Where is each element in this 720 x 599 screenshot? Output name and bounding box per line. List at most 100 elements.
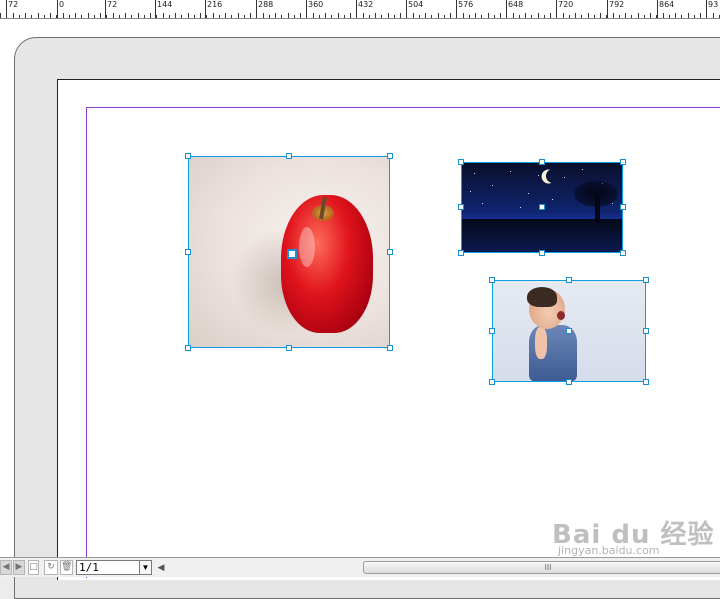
ruler-minor-tick — [481, 15, 482, 18]
resize-handle-right[interactable] — [620, 204, 626, 210]
ruler-label: 0 — [59, 0, 65, 9]
add-page-icon[interactable]: □ — [28, 560, 39, 575]
ruler-minor-tick — [394, 15, 395, 18]
resize-handle-top-right[interactable] — [387, 153, 393, 159]
star — [510, 171, 511, 172]
ruler-minor-tick — [363, 13, 364, 18]
resize-handle-top-left[interactable] — [185, 153, 191, 159]
ruler-minor-tick — [531, 15, 532, 18]
page-number-input[interactable]: 1/1 — [76, 560, 140, 575]
resize-handle-bottom[interactable] — [566, 379, 572, 385]
ruler-minor-tick — [700, 13, 701, 18]
ruler-minor-tick — [463, 13, 464, 18]
ruler-label: 648 — [508, 0, 524, 9]
first-page-icon[interactable]: ◀ — [0, 560, 12, 575]
ruler-minor-tick — [275, 13, 276, 18]
ruler-minor-tick — [350, 13, 351, 18]
ruler-minor-tick — [625, 13, 626, 18]
frame-center-handle[interactable] — [566, 328, 572, 334]
ruler-minor-tick — [488, 13, 489, 18]
resize-handle-top-right[interactable] — [643, 277, 649, 283]
resize-handle-bottom[interactable] — [286, 345, 292, 351]
resize-handle-bottom[interactable] — [539, 250, 545, 256]
ruler-minor-tick — [713, 13, 714, 18]
ruler-minor-tick — [638, 13, 639, 18]
resize-handle-top-right[interactable] — [620, 159, 626, 165]
baby-image-frame[interactable] — [489, 277, 649, 385]
baby-arm — [535, 327, 547, 359]
resize-handle-left[interactable] — [489, 328, 495, 334]
ruler-label: 432 — [358, 0, 374, 9]
ruler-minor-tick — [556, 15, 557, 18]
ruler-label: 288 — [258, 0, 274, 9]
ruler-minor-tick — [100, 13, 101, 18]
ruler-minor-tick — [263, 13, 264, 18]
ruler-minor-tick — [13, 13, 14, 18]
last-page-icon[interactable]: ▶ — [13, 560, 25, 575]
ruler-minor-tick — [244, 15, 245, 18]
apple-image-frame[interactable] — [185, 153, 393, 351]
ruler-minor-tick — [219, 15, 220, 18]
frame-center-marker[interactable] — [287, 249, 297, 259]
resize-handle-top-left[interactable] — [458, 159, 464, 165]
ruler-minor-tick — [213, 13, 214, 18]
resize-handle-bottom-right[interactable] — [620, 250, 626, 256]
ruler-minor-tick — [331, 15, 332, 18]
star — [482, 203, 483, 204]
scrollbar-thumb[interactable]: III — [363, 561, 720, 574]
ruler-minor-tick — [619, 15, 620, 18]
ruler-minor-tick — [444, 15, 445, 18]
resize-handle-top[interactable] — [286, 153, 292, 159]
star — [612, 203, 613, 204]
resize-handle-right[interactable] — [643, 328, 649, 334]
ruler-minor-tick — [269, 15, 270, 18]
ruler-minor-tick — [400, 13, 401, 18]
ruler-minor-tick — [694, 15, 695, 18]
resize-handle-top[interactable] — [566, 277, 572, 283]
ruler-minor-tick — [513, 13, 514, 18]
baby-mouth — [557, 311, 565, 320]
resize-handle-right[interactable] — [387, 249, 393, 255]
resize-handle-bottom-right[interactable] — [387, 345, 393, 351]
ruler-label: 504 — [408, 0, 424, 9]
star — [538, 175, 539, 176]
ruler-label: 72 — [107, 0, 118, 9]
ruler-minor-tick — [206, 15, 207, 18]
scroll-left-arrow-icon[interactable]: ◀ — [155, 560, 167, 575]
horizontal-ruler[interactable]: 72 0 72 144 216 288 360 432 504 576 648 720 792 864 93 — [0, 0, 720, 19]
ruler-minor-tick — [231, 15, 232, 18]
resize-handle-bottom-left[interactable] — [458, 250, 464, 256]
ruler-minor-tick — [456, 15, 457, 18]
horizontal-scrollbar[interactable]: ◀ III — [155, 560, 720, 575]
resize-handle-top[interactable] — [539, 159, 545, 165]
ruler-minor-tick — [338, 13, 339, 18]
ruler-minor-tick — [469, 15, 470, 18]
ruler-minor-tick — [188, 13, 189, 18]
frame-center-handle[interactable] — [539, 204, 545, 210]
ruler-minor-tick — [313, 13, 314, 18]
refresh-icon[interactable]: ↻ — [44, 560, 58, 575]
resize-handle-bottom-left[interactable] — [489, 379, 495, 385]
resize-handle-left[interactable] — [458, 204, 464, 210]
ruler-minor-tick — [681, 15, 682, 18]
resize-handle-bottom-left[interactable] — [185, 345, 191, 351]
ruler-minor-tick — [156, 15, 157, 18]
ruler-minor-tick — [644, 15, 645, 18]
ruler-minor-tick — [663, 13, 664, 18]
dropdown-arrow-icon[interactable]: ▼ — [139, 560, 152, 575]
resize-handle-bottom-right[interactable] — [643, 379, 649, 385]
night-image-frame[interactable] — [458, 159, 626, 256]
delete-page-icon[interactable]: 🗑 — [60, 560, 73, 575]
ruler-label: 576 — [458, 0, 474, 9]
resize-handle-top-left[interactable] — [489, 277, 495, 283]
ruler-minor-tick — [475, 13, 476, 18]
ruler-minor-tick — [6, 15, 7, 18]
star — [470, 191, 471, 192]
resize-handle-left[interactable] — [185, 249, 191, 255]
ruler-minor-tick — [594, 15, 595, 18]
ruler-minor-tick — [94, 15, 95, 18]
ruler-minor-tick — [250, 13, 251, 18]
ruler-label: 792 — [609, 0, 625, 9]
ruler-minor-tick — [144, 15, 145, 18]
ruler-minor-tick — [81, 15, 82, 18]
